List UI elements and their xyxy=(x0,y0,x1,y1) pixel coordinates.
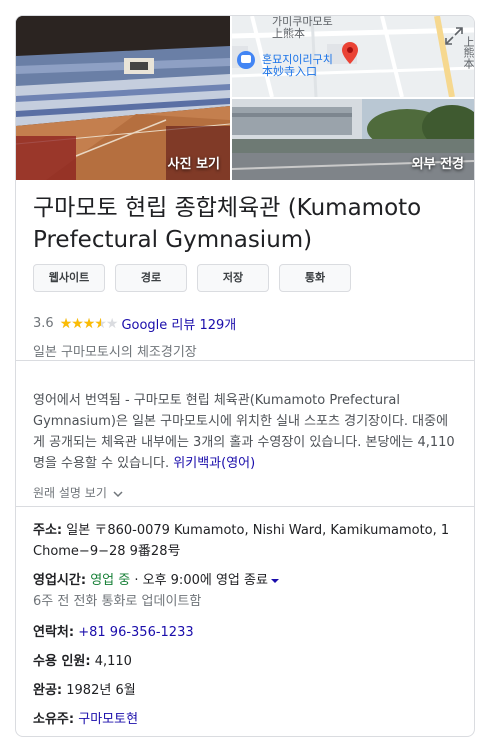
owner-label: 소유주: xyxy=(33,712,75,727)
capacity-row: 수용 인원: 4,110 xyxy=(33,651,463,672)
completed-value: 1982년 6월 xyxy=(66,683,136,698)
hours-row: 영업시간: 영업 중 · 오후 9:00에 영업 종료 6주 전 전화 통화로 … xyxy=(33,570,463,612)
rating-row: 3.6 ★★★★★ ★★★★★ Google 리뷰 129개 xyxy=(33,314,236,334)
view-photos-caption: 사진 보기 xyxy=(167,157,220,172)
owner-link[interactable]: 구마모토현 xyxy=(78,712,138,727)
completed-row: 완공: 1982년 6월 xyxy=(33,680,463,701)
hours-dropdown-icon[interactable] xyxy=(270,578,279,583)
place-category: 일본 구마모토시의 체조경기장 xyxy=(33,345,197,360)
hours-label: 영업시간: xyxy=(33,573,87,588)
street-view-caption: 외부 전경 xyxy=(411,157,464,172)
photo-strip: 사진 보기 가미쿠마모토 上熊本 혼묘지이리구치 本妙寺入口 上熊本 외부 전경 xyxy=(16,16,474,180)
capacity-label: 수용 인원: xyxy=(33,654,91,669)
star-fill-icon: ★★★★★ xyxy=(59,315,102,332)
phone-row: 연락처: +81 96-356-1233 xyxy=(33,622,463,643)
show-original-label: 원래 설명 보기 xyxy=(33,486,107,500)
hours-status: 영업 중 xyxy=(90,573,131,588)
description: 영어에서 번역됨 - 구마모토 현립 체육관(Kumamoto Prefectu… xyxy=(33,390,458,474)
hours-separator: · xyxy=(130,573,143,588)
hours-close[interactable]: 오후 9:00에 영업 종료 xyxy=(143,573,268,588)
phone-label: 연락처: xyxy=(33,625,75,640)
address-value: 일본 〒860-0079 Kumamoto, Nishi Ward, Kamik… xyxy=(33,523,450,559)
location-pin-icon xyxy=(342,42,358,64)
hours-updated-note: 6주 전 전화 통화로 업데이트함 xyxy=(33,594,202,609)
divider xyxy=(16,360,474,361)
owner-row: 소유주: 구마모토현 xyxy=(33,709,463,730)
map-label-temple-ja: 本妙寺入口 xyxy=(262,65,317,78)
knowledge-panel: 사진 보기 가미쿠마모토 上熊本 혼묘지이리구치 本妙寺入口 上熊本 외부 전경… xyxy=(15,15,475,737)
divider xyxy=(16,506,474,507)
place-title: 구마모토 현립 종합체육관 (Kumamoto Prefectural Gymn… xyxy=(33,195,422,253)
map-thumbnail[interactable]: 가미쿠마모토 上熊本 혼묘지이리구치 本妙寺入口 上熊本 xyxy=(232,16,474,97)
call-button[interactable]: 통화 xyxy=(279,264,351,292)
save-button[interactable]: 저장 xyxy=(197,264,269,292)
address-row: 주소: 일본 〒860-0079 Kumamoto, Nishi Ward, K… xyxy=(33,520,463,562)
completed-label: 완공: xyxy=(33,683,63,698)
show-original-toggle[interactable]: 원래 설명 보기 xyxy=(33,484,123,501)
phone-link[interactable]: +81 96-356-1233 xyxy=(78,625,193,640)
star-rating: ★★★★★ ★★★★★ xyxy=(59,315,119,332)
google-reviews-link[interactable]: Google 리뷰 129개 xyxy=(121,314,236,333)
address-label: 주소: xyxy=(33,523,63,538)
rating-score: 3.6 xyxy=(33,316,54,331)
directions-button[interactable]: 경로 xyxy=(115,264,187,292)
website-button[interactable]: 웹사이트 xyxy=(33,264,105,292)
street-view-photo[interactable]: 외부 전경 xyxy=(232,99,474,180)
capacity-value: 4,110 xyxy=(94,654,132,669)
interior-photo[interactable]: 사진 보기 xyxy=(16,16,230,180)
expand-map-icon[interactable] xyxy=(442,24,466,48)
map-label-station-ja: 上熊本 xyxy=(272,27,305,40)
chevron-down-icon xyxy=(113,490,123,497)
wikipedia-link[interactable]: 위키백과(영어) xyxy=(173,456,255,471)
